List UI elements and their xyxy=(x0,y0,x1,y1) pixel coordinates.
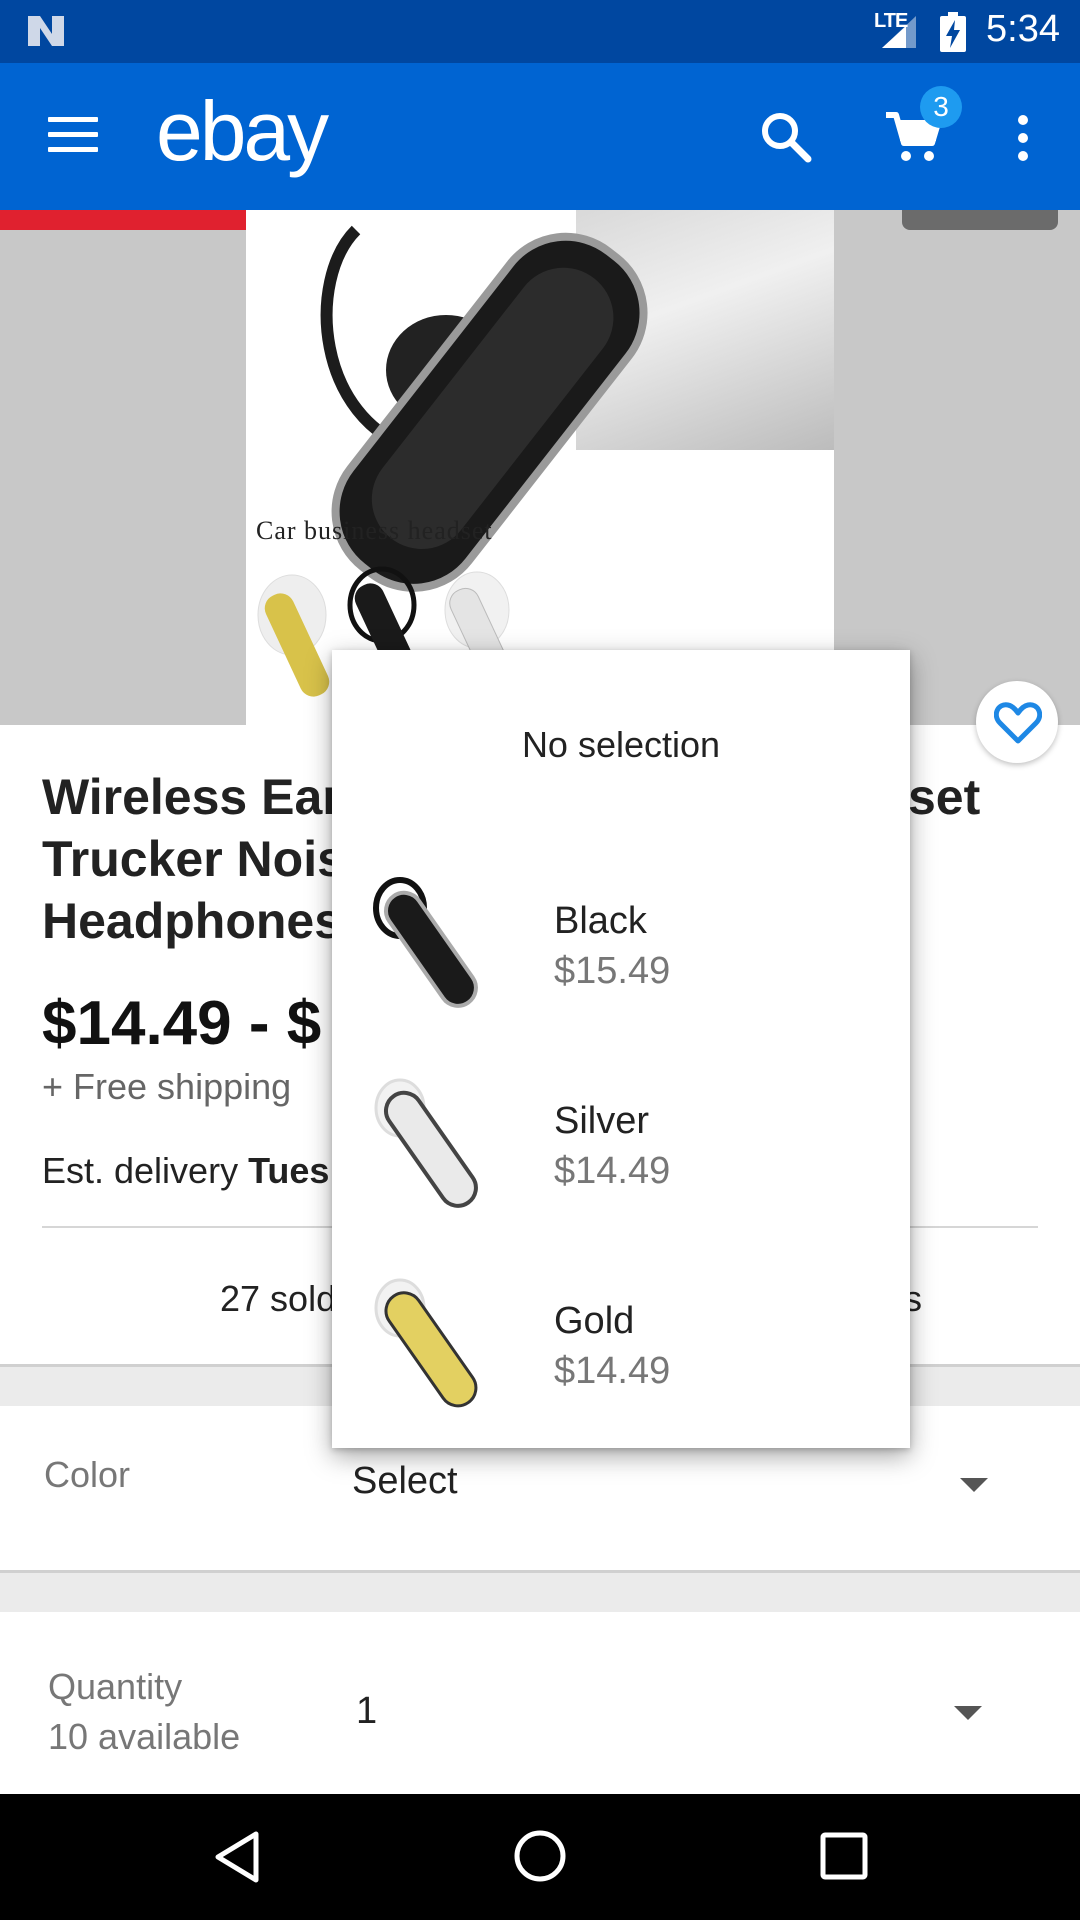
delivery-date: Tues xyxy=(248,1150,330,1191)
black-headset-thumbnail xyxy=(373,877,478,1008)
home-icon[interactable] xyxy=(512,1828,568,1884)
option-price: $15.49 xyxy=(554,950,671,992)
no-selection-option[interactable]: No selection xyxy=(332,724,910,766)
system-nav-bar xyxy=(0,1794,1080,1920)
ebay-logo[interactable]: ebay xyxy=(156,83,329,180)
battery-charging-icon xyxy=(940,12,966,52)
color-label: Color xyxy=(44,1454,131,1495)
gold-headset-thumbnail xyxy=(374,1278,478,1408)
product-gallery[interactable]: Car business headset xyxy=(0,210,1080,725)
title-tail: set xyxy=(908,769,981,825)
option-silver[interactable]: Silver $14.49 xyxy=(332,1070,910,1270)
clock: 5:34 xyxy=(986,8,1060,50)
option-name: Gold xyxy=(554,1300,635,1342)
quantity-available: 10 available xyxy=(48,1716,241,1757)
option-price: $14.49 xyxy=(554,1150,671,1192)
app-bar: ebay 3 xyxy=(0,63,1080,210)
quantity-label: Quantity xyxy=(48,1666,183,1707)
chevron-down-icon[interactable] xyxy=(960,1478,988,1492)
delivery-prefix: Est. delivery xyxy=(42,1150,249,1191)
notification-n-icon xyxy=(28,16,64,46)
option-black[interactable]: Black $15.49 xyxy=(332,870,910,1070)
image-counter-tag xyxy=(902,210,1058,230)
product-image[interactable]: Car business headset xyxy=(246,210,834,725)
option-name: Silver xyxy=(554,1100,650,1142)
section-divider xyxy=(0,1570,1080,1615)
recent-apps-icon[interactable] xyxy=(820,1832,868,1880)
quantity-value[interactable]: 1 xyxy=(356,1690,377,1733)
shipping-info: + Free shipping xyxy=(42,1066,292,1107)
search-icon[interactable] xyxy=(758,109,814,165)
menu-icon[interactable] xyxy=(48,117,98,157)
option-name: Black xyxy=(554,900,647,942)
price-range: $14.49 - $ xyxy=(42,989,322,1058)
color-dropdown-menu: No selection Black $15.49 Silver $14.49 … xyxy=(332,650,910,1448)
quantity-selector-row[interactable]: Quantity 10 available 1 xyxy=(0,1612,1080,1794)
watch-heart-button[interactable] xyxy=(976,681,1058,763)
heart-icon xyxy=(994,702,1042,744)
cart-count-badge: 3 xyxy=(920,86,962,128)
image-caption: Car business headset xyxy=(256,516,493,545)
more-options-icon[interactable] xyxy=(1014,115,1032,165)
sold-count: 27 sold xyxy=(220,1278,337,1319)
status-bar: LTE 5:34 xyxy=(0,0,1080,63)
signal-icon xyxy=(882,16,916,48)
silver-headset-thumbnail xyxy=(374,1078,478,1208)
chevron-down-icon[interactable] xyxy=(954,1706,982,1720)
delivery-estimate: Est. delivery Tues xyxy=(42,1150,329,1192)
option-gold[interactable]: Gold $14.49 xyxy=(332,1270,910,1470)
option-price: $14.49 xyxy=(554,1350,671,1392)
back-icon[interactable] xyxy=(212,1830,262,1884)
